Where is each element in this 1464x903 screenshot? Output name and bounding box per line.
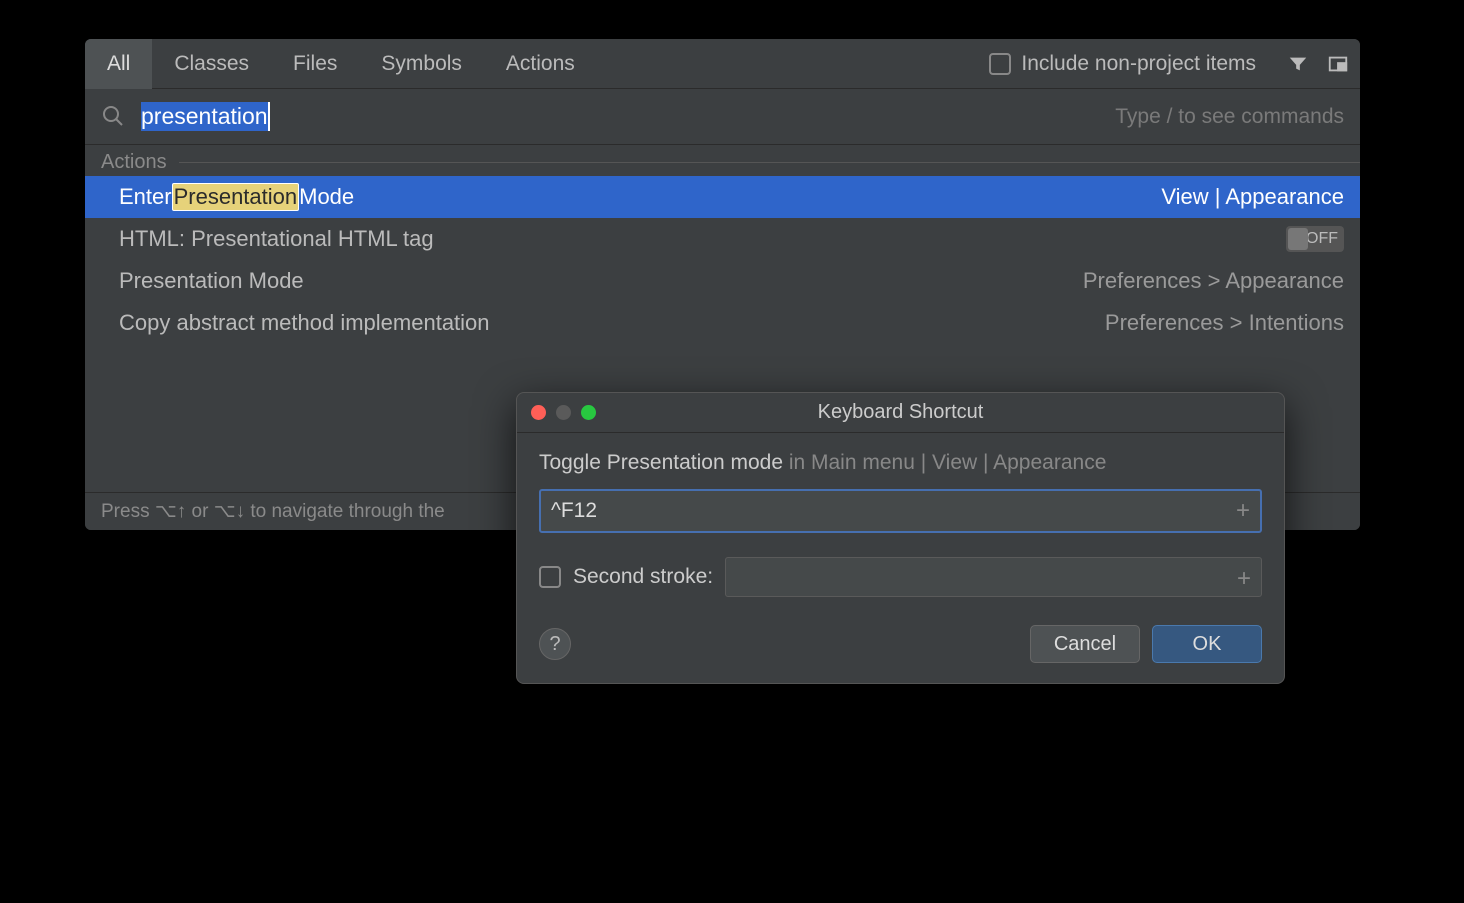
include-non-project-label: Include non-project items: [1021, 52, 1256, 76]
ok-button[interactable]: OK: [1152, 625, 1262, 663]
second-stroke-label: Second stroke:: [573, 565, 713, 589]
tab-all[interactable]: All: [85, 39, 152, 89]
result-text-suffix: Mode: [299, 184, 354, 210]
close-icon[interactable]: [531, 405, 546, 420]
tab-classes[interactable]: Classes: [152, 39, 271, 89]
keyboard-shortcut-dialog: Keyboard Shortcut Toggle Presentation mo…: [516, 392, 1285, 684]
result-text: Presentation Mode: [119, 268, 304, 294]
help-button[interactable]: ?: [539, 628, 571, 660]
plus-icon[interactable]: +: [1237, 565, 1251, 593]
search-input[interactable]: presentation: [141, 102, 270, 132]
pin-window-icon[interactable]: [1324, 50, 1352, 78]
dialog-title: Keyboard Shortcut: [517, 401, 1284, 424]
checkbox-icon: [989, 53, 1011, 75]
dialog-titlebar: Keyboard Shortcut: [517, 393, 1284, 433]
result-item-enter-presentation-mode[interactable]: Enter Presentation Mode View | Appearanc…: [85, 176, 1360, 218]
filter-icon[interactable]: [1284, 50, 1312, 78]
search-input-text: presentation: [141, 102, 270, 132]
action-path: Toggle Presentation mode in Main menu | …: [539, 451, 1262, 475]
include-non-project-checkbox[interactable]: Include non-project items: [989, 52, 1256, 76]
search-hint: Type / to see commands: [1115, 105, 1344, 129]
result-text: HTML: Presentational HTML tag: [119, 226, 434, 252]
result-context: Preferences > Intentions: [1105, 310, 1344, 336]
tabs-row: All Classes Files Symbols Actions Includ…: [85, 39, 1360, 89]
dialog-body: Toggle Presentation mode in Main menu | …: [517, 433, 1284, 683]
result-item-presentation-mode[interactable]: Presentation Mode Preferences > Appearan…: [85, 260, 1360, 302]
cancel-button[interactable]: Cancel: [1030, 625, 1140, 663]
result-item-copy-abstract[interactable]: Copy abstract method implementation Pref…: [85, 302, 1360, 344]
toggle-off[interactable]: OFF: [1286, 226, 1344, 252]
result-context: View | Appearance: [1161, 184, 1344, 210]
search-row: presentation Type / to see commands: [85, 89, 1360, 145]
tab-symbols[interactable]: Symbols: [359, 39, 484, 89]
result-text-prefix: Enter: [119, 184, 172, 210]
section-label: Actions: [101, 151, 167, 174]
action-name: Toggle Presentation mode: [539, 451, 783, 474]
toggle-label: OFF: [1306, 230, 1338, 248]
window-controls: [531, 405, 596, 420]
action-path-dim: in Main menu | View | Appearance: [783, 451, 1106, 474]
result-text-highlight: Presentation: [172, 183, 300, 211]
dialog-footer: ? Cancel OK: [539, 625, 1262, 663]
section-actions: Actions: [85, 145, 1360, 176]
second-stroke-row: Second stroke: +: [539, 557, 1262, 597]
plus-icon[interactable]: +: [1236, 497, 1250, 525]
result-text: Copy abstract method implementation: [119, 310, 490, 336]
maximize-icon[interactable]: [581, 405, 596, 420]
shortcut-input[interactable]: ^F12 +: [539, 489, 1262, 533]
second-stroke-checkbox[interactable]: [539, 566, 561, 588]
shortcut-value: ^F12: [551, 499, 597, 523]
tab-files[interactable]: Files: [271, 39, 359, 89]
minimize-icon[interactable]: [556, 405, 571, 420]
second-stroke-input[interactable]: +: [725, 557, 1262, 597]
section-divider: [179, 162, 1360, 163]
search-icon: [101, 104, 127, 130]
result-context: Preferences > Appearance: [1083, 268, 1344, 294]
tab-actions[interactable]: Actions: [484, 39, 597, 89]
result-item-html-tag[interactable]: HTML: Presentational HTML tag OFF: [85, 218, 1360, 260]
